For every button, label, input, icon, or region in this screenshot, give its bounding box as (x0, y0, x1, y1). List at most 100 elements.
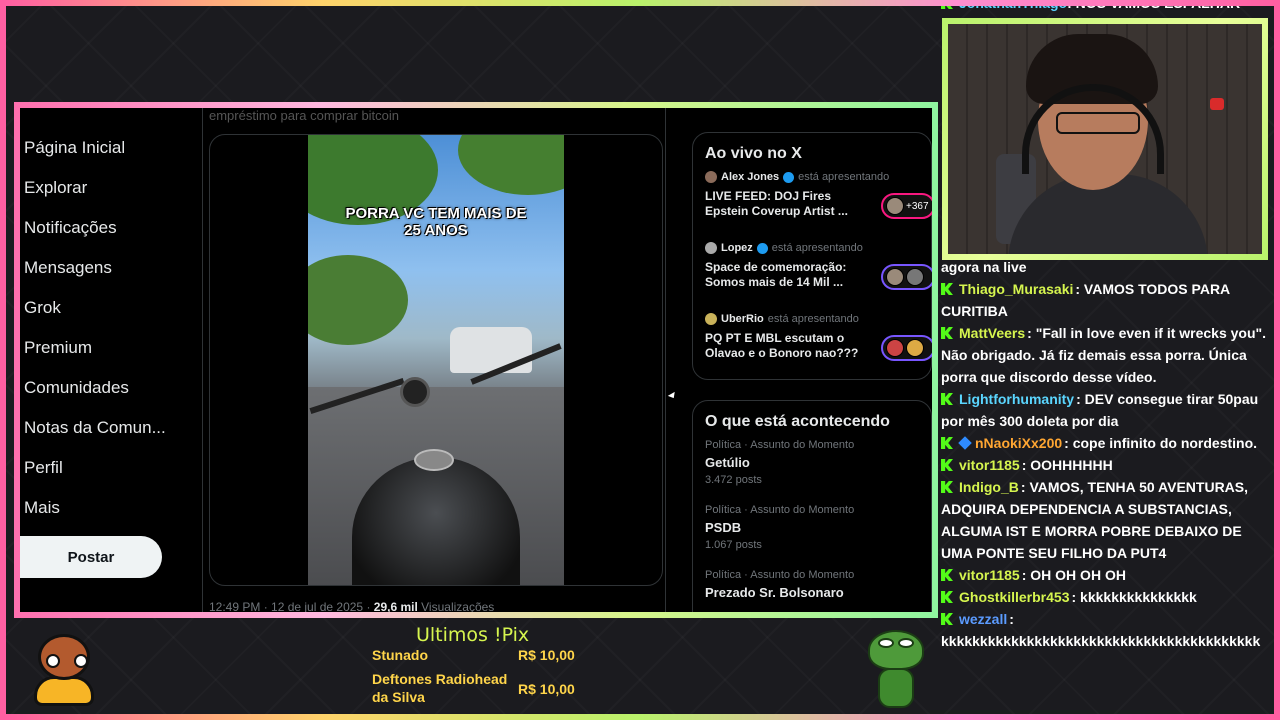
pix-donor-line: da Silva (372, 689, 425, 705)
video-caption: PORRA VC TEM MAIS DE 25 ANOS (308, 205, 564, 239)
chat-username[interactable]: nNaokiXx200 (975, 435, 1062, 451)
host-name: UberRio (721, 313, 764, 325)
chat-username[interactable]: JonathanThiago (959, 0, 1067, 11)
post-button[interactable]: Postar (20, 536, 162, 578)
nav-grok[interactable]: Grok (24, 298, 61, 318)
kick-logo-icon (941, 481, 953, 493)
trend-name: PSDB (705, 520, 742, 535)
chat-text: : kkkkkkkkkkkkkkk (1071, 589, 1197, 605)
pepe-body (878, 668, 914, 708)
nav-more[interactable]: Mais (24, 498, 60, 518)
listener-avatar (906, 339, 924, 357)
chat-message: wezzall: kkkkkkkkkkkkkkkkkkkkkkkkkkkkkkk… (941, 608, 1271, 652)
faded-post-text: empréstimo para comprar bitcoin (209, 108, 400, 123)
chat-panel: agora na live Thiago_Murasaki: VAMOS TOD… (941, 256, 1271, 652)
tank-cap (414, 449, 454, 471)
red-lamp (1210, 98, 1224, 110)
right-sidebar: Ao vivo no X Alex Jones está apresentando… (692, 108, 932, 612)
pix-title: Ultimos !Pix (416, 624, 530, 646)
live-item[interactable]: Lopez está apresentando Space de comemora… (693, 242, 932, 313)
trend-item[interactable]: Política · Assunto do Momento Getúlio 3.… (693, 439, 931, 504)
pix-amount: R$ 10,00 (518, 647, 575, 663)
kick-logo-icon (941, 591, 953, 603)
kick-logo-icon (941, 327, 953, 339)
nav-profile[interactable]: Perfil (24, 458, 63, 478)
chat-username[interactable]: Thiago_Murasaki (959, 281, 1073, 297)
caption-line-1: PORRA VC TEM MAIS DE (345, 205, 527, 222)
live-title: PQ PT E MBL escutam o Olavao e o Bonoro … (705, 331, 859, 360)
views-label: Visualizações (417, 600, 495, 612)
host-status: está apresentando (771, 242, 863, 254)
trend-count: 1.067 posts (705, 539, 762, 551)
live-item[interactable]: Alex Jones está apresentando LIVE FEED: D… (693, 171, 932, 242)
host-avatar (705, 313, 717, 325)
caption-line-2: 25 ANOS (404, 222, 468, 239)
chat-username[interactable]: wezzall (959, 611, 1007, 627)
chat-username[interactable]: MattVeers (959, 325, 1025, 341)
post-meta: 12:49 PM · 12 de jul de 2025 · 29,6 mil … (209, 600, 494, 612)
host-avatar (705, 171, 717, 183)
listeners-badge: +367 (881, 193, 932, 219)
post-timestamp[interactable]: 12:49 PM · 12 de jul de 2025 · (209, 600, 374, 612)
nav-community-notes[interactable]: Notas da Comun... (24, 418, 166, 438)
trend-category: Política · Assunto do Momento (705, 504, 855, 516)
kick-logo-icon (941, 459, 953, 471)
chat-partial-line: agora na live (941, 259, 1027, 275)
trend-item[interactable]: Política · Assunto do Momento PSDB 1.067… (693, 504, 931, 569)
kick-logo-icon (941, 393, 953, 405)
live-card-title: Ao vivo no X (705, 145, 802, 162)
chat-text: : OOHHHHHH (1021, 457, 1113, 473)
verified-icon (783, 171, 795, 183)
sub-badge-icon (958, 436, 972, 450)
chat-text: : OH OH OH OH (1021, 567, 1126, 583)
tree-foliage (458, 135, 564, 195)
chat-username[interactable]: Indigo_B (959, 479, 1019, 495)
tree-foliage (308, 255, 408, 345)
trend-item[interactable]: Política · Assunto do Momento Prezado Sr… (693, 569, 931, 612)
listener-count: +367 (906, 200, 929, 212)
trends-title: O que está acontecendo (705, 413, 890, 430)
trend-category: Política · Assunto do Momento (705, 439, 855, 451)
x-sidebar-nav: Página Inicial Explorar Notificações Men… (20, 108, 190, 612)
trend-count: 3.472 posts (705, 474, 762, 486)
chat-message: Indigo_B: VAMOS, TENHA 50 AVENTURAS, ADQ… (941, 476, 1271, 564)
video-player[interactable]: PORRA VC TEM MAIS DE 25 ANOS (308, 135, 564, 585)
pix-donor-line: Deftones Radiohead (372, 671, 508, 687)
live-item[interactable]: UberRio está apresentando PQ PT E MBL esc… (693, 313, 932, 384)
host-avatar (705, 242, 717, 254)
nav-explore[interactable]: Explorar (24, 178, 87, 198)
chat-username[interactable]: Ghostkillerbr453 (959, 589, 1070, 605)
streamer-mascot (30, 628, 102, 710)
nav-messages[interactable]: Mensagens (24, 258, 112, 278)
chat-username[interactable]: vitor1185 (959, 567, 1020, 583)
chat-message: vitor1185: OOHHHHHH (941, 454, 1271, 476)
chat-username[interactable]: Lightforhumanity (959, 391, 1074, 407)
pepe-head (868, 630, 924, 670)
nav-premium[interactable]: Premium (24, 338, 92, 358)
post-media-card[interactable]: PORRA VC TEM MAIS DE 25 ANOS (209, 134, 663, 586)
trend-name: Getúlio (705, 455, 750, 470)
chat-message: Lightforhumanity: DEV consegue tirar 50p… (941, 388, 1271, 432)
live-title: Space de comemoração: Somos mais de 14 M… (705, 260, 847, 289)
nav-notifications[interactable]: Notificações (24, 218, 117, 238)
live-title: LIVE FEED: DOJ Fires Epstein Coverup Art… (705, 189, 848, 218)
glasses (1056, 112, 1140, 134)
chat-username[interactable]: vitor1185 (959, 457, 1020, 473)
screen-capture-frame: Página Inicial Explorar Notificações Men… (14, 102, 938, 618)
listener-avatar (886, 197, 904, 215)
kick-logo-icon (941, 613, 953, 625)
chat-message: MattVeers: "Fall in love even if it wrec… (941, 322, 1271, 388)
trend-category: Política · Assunto do Momento (705, 569, 855, 581)
listeners-badge (881, 335, 932, 361)
speedometer (400, 377, 430, 407)
trends-card: O que está acontecendo Política · Assunt… (692, 400, 932, 612)
listener-avatar (906, 268, 924, 286)
pix-amount: R$ 10,00 (518, 681, 575, 697)
nav-home[interactable]: Página Inicial (24, 138, 125, 158)
pepe-emote (866, 630, 926, 710)
pix-donor: Deftones Radiohead da Silva (372, 670, 507, 706)
chat-text: : NÓS VAMOS ESPALHAR (1067, 0, 1241, 11)
kick-logo-icon (941, 569, 953, 581)
nav-communities[interactable]: Comunidades (24, 378, 129, 398)
chat-message: Ghostkillerbr453: kkkkkkkkkkkkkkk (941, 586, 1271, 608)
